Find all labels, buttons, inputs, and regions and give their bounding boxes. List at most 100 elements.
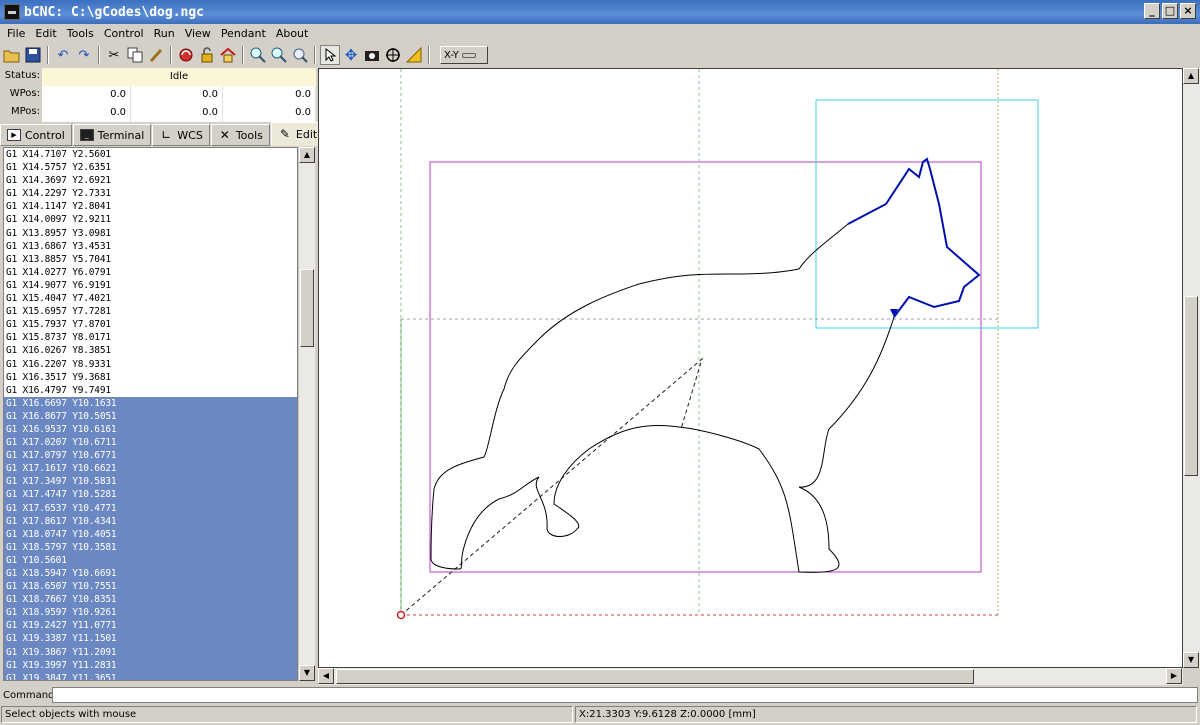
gcode-line[interactable]: G1 X15.7937 Y7.8701 <box>4 318 297 331</box>
gcode-line[interactable]: G1 X13.8957 Y3.0981 <box>4 227 297 240</box>
gcode-line[interactable]: G1 X16.0267 Y8.3851 <box>4 344 297 357</box>
menu-run[interactable]: Run <box>149 27 180 40</box>
menu-about[interactable]: About <box>271 27 314 40</box>
menu-edit[interactable]: Edit <box>30 27 61 40</box>
canvas-scroll-down-button[interactable]: ▼ <box>1183 652 1199 668</box>
gcode-line[interactable]: G1 X15.6957 Y7.7281 <box>4 305 297 318</box>
zoom-fit-icon[interactable] <box>290 45 310 65</box>
gcode-line[interactable]: G1 X14.5757 Y2.6351 <box>4 161 297 174</box>
tab-wcs[interactable]: ∟ WCS <box>152 124 210 146</box>
gcode-line[interactable]: G1 X18.0747 Y10.4051 <box>4 527 297 541</box>
cursor-coordinates: X:21.3303 Y:9.6128 Z:0.0000 [mm] <box>575 706 1197 723</box>
tab-tools[interactable]: ✕ Tools <box>210 124 270 146</box>
cut-icon[interactable]: ✂ <box>104 45 124 65</box>
tab-terminal[interactable]: _ Terminal <box>72 124 152 146</box>
minimize-button[interactable]: _ <box>1144 3 1160 19</box>
zoom-in-icon[interactable] <box>248 45 268 65</box>
gcode-line[interactable]: G1 X16.8677 Y10.5051 <box>4 409 297 423</box>
canvas-hscroll-thumb[interactable] <box>336 669 974 684</box>
gcode-line[interactable]: G1 X14.2297 Y2.7331 <box>4 187 297 200</box>
gcode-list-scrollbar[interactable]: ▲ ▼ <box>298 147 315 681</box>
status-value: Idle <box>42 68 316 86</box>
app-icon <box>4 4 20 20</box>
toolbar: ↶ ↷ ✂ ✥ X-Y <box>0 43 1200 67</box>
undo-icon[interactable]: ↶ <box>53 45 73 65</box>
home-icon[interactable] <box>218 45 238 65</box>
gcode-line[interactable]: G1 X16.3517 Y9.3681 <box>4 371 297 384</box>
menu-file[interactable]: File <box>2 27 30 40</box>
gcode-line[interactable]: G1 X17.3497 Y10.5831 <box>4 475 297 489</box>
canvas-horizontal-scrollbar[interactable]: ◀ ▶ <box>318 668 1183 685</box>
tab-control[interactable]: ▶ Control <box>0 124 72 146</box>
gcode-line[interactable]: G1 X18.7667 Y10.8351 <box>4 593 297 607</box>
copy-icon[interactable] <box>125 45 145 65</box>
gcode-line[interactable]: G1 X13.8857 Y5.7041 <box>4 253 297 266</box>
gcode-line[interactable]: G1 X17.0207 Y10.6711 <box>4 436 297 450</box>
canvas-scroll-up-button[interactable]: ▲ <box>1183 68 1199 84</box>
save-icon[interactable] <box>23 45 43 65</box>
pan-icon[interactable]: ✥ <box>341 45 361 65</box>
origin-icon[interactable] <box>383 45 403 65</box>
gcode-line[interactable]: G1 X14.3697 Y2.6921 <box>4 174 297 187</box>
gcode-line[interactable]: G1 X16.2207 Y8.9331 <box>4 358 297 371</box>
margin-box <box>429 161 982 573</box>
maximize-button[interactable]: □ <box>1162 3 1178 19</box>
gcode-line[interactable]: G1 X17.6537 Y10.4771 <box>4 501 297 515</box>
gcode-line[interactable]: G1 X15.8737 Y8.0171 <box>4 331 297 344</box>
gcode-line[interactable]: G1 X19.3867 Y11.2091 <box>4 645 297 659</box>
gcode-line[interactable]: G1 X14.1147 Y2.8041 <box>4 200 297 213</box>
gcode-line[interactable]: G1 X14.7107 Y2.5601 <box>4 148 297 161</box>
gcode-line[interactable]: G1 X19.3997 Y11.2831 <box>4 658 297 672</box>
menu-control[interactable]: Control <box>99 27 149 40</box>
gcode-line[interactable]: G1 X19.3387 Y11.1501 <box>4 632 297 646</box>
gcode-line[interactable]: G1 X16.9537 Y10.6161 <box>4 422 297 437</box>
close-button[interactable]: × <box>1180 3 1196 19</box>
gcode-line[interactable]: G1 X19.3847 Y11.3651 <box>4 671 297 680</box>
redo-icon[interactable]: ↷ <box>74 45 94 65</box>
gcode-line[interactable]: G1 X17.0797 Y10.6771 <box>4 449 297 463</box>
origin-marker-icon <box>396 610 406 620</box>
gcode-line[interactable]: G1 X15.4047 Y7.4021 <box>4 292 297 305</box>
command-input[interactable] <box>52 687 1198 703</box>
canvas-scroll-left-button[interactable]: ◀ <box>318 668 334 684</box>
unlock-icon[interactable] <box>197 45 217 65</box>
gcode-line[interactable]: G1 X18.9597 Y10.9261 <box>4 606 297 620</box>
gcode-line[interactable]: G1 X16.6697 Y10.1631 <box>4 396 297 410</box>
wcs-icon: ∟ <box>161 128 172 142</box>
gcode-line[interactable]: G1 X18.5797 Y10.3581 <box>4 540 297 554</box>
gcode-line[interactable]: G1 Y10.5601 <box>4 553 297 567</box>
canvas-vertical-scrollbar[interactable]: ▲ ▼ <box>1183 68 1200 668</box>
camera-icon[interactable] <box>362 45 382 65</box>
view-plane-select[interactable]: X-Y <box>440 46 488 64</box>
gcode-line[interactable]: G1 X14.9077 Y6.9191 <box>4 279 297 292</box>
canvas-scroll-right-button[interactable]: ▶ <box>1166 668 1182 684</box>
gcode-line[interactable]: G1 X13.6867 Y3.4531 <box>4 240 297 253</box>
gcode-line[interactable]: G1 X17.1617 Y10.6621 <box>4 462 297 476</box>
gcode-line[interactable]: G1 X18.5947 Y10.6691 <box>4 567 297 581</box>
reload-icon[interactable] <box>176 45 196 65</box>
canvas-scroll-thumb[interactable] <box>1184 296 1198 476</box>
wpos-label: WPos: <box>9 88 40 99</box>
gcode-line[interactable]: G1 X17.4747 Y10.5281 <box>4 488 297 502</box>
select-pointer-icon[interactable] <box>320 45 340 65</box>
zoom-out-icon[interactable] <box>269 45 289 65</box>
gcode-list[interactable]: G1 X14.7107 Y2.5601 G1 X14.5757 Y2.6351 G1… <box>3 147 298 681</box>
gcode-line[interactable]: G1 X17.8617 Y10.4341 <box>4 514 297 528</box>
scroll-thumb[interactable] <box>300 269 314 347</box>
menu-pendant[interactable]: Pendant <box>216 27 271 40</box>
info-ruler-icon[interactable] <box>404 45 424 65</box>
open-file-icon[interactable] <box>2 45 22 65</box>
gcode-canvas[interactable] <box>318 68 1183 668</box>
scroll-down-button[interactable]: ▼ <box>299 665 315 681</box>
toolpath-drawing[interactable] <box>319 69 1182 667</box>
gcode-line[interactable]: G1 X18.6507 Y10.7551 <box>4 580 297 594</box>
paste-icon[interactable] <box>146 45 166 65</box>
gcode-line[interactable]: G1 X14.0277 Y6.0791 <box>4 266 297 279</box>
gcode-line[interactable]: G1 X16.4797 Y9.7491 <box>4 384 297 397</box>
terminal-icon: _ <box>79 129 94 141</box>
menu-tools[interactable]: Tools <box>62 27 99 40</box>
scroll-up-button[interactable]: ▲ <box>299 147 315 163</box>
menu-view[interactable]: View <box>180 27 216 40</box>
gcode-line[interactable]: G1 X14.0097 Y2.9211 <box>4 213 297 226</box>
gcode-line[interactable]: G1 X19.2427 Y11.0771 <box>4 619 297 633</box>
